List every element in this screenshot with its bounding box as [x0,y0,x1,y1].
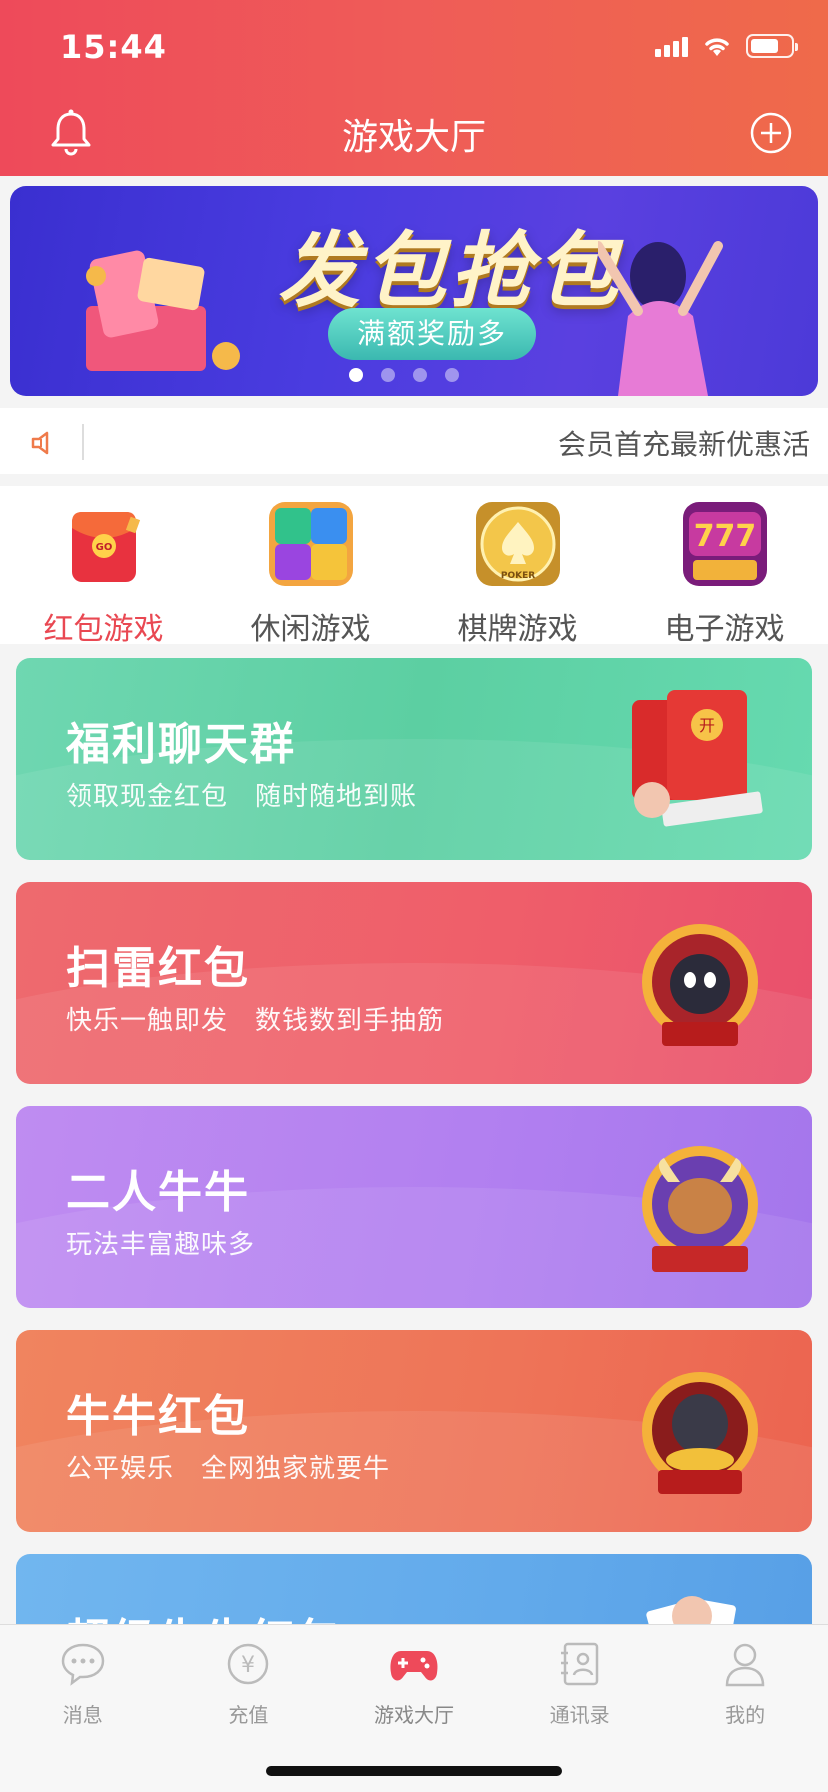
signal-icon [655,35,688,57]
category-label: 棋牌游戏 [457,612,578,647]
category-casual[interactable]: 休闲游戏 [207,486,414,647]
gamepad-icon [390,1651,438,1681]
divider [82,424,84,460]
svg-text:777: 777 [693,519,756,554]
page-title: 游戏大厅 [341,117,486,158]
svg-text:¥: ¥ [241,1653,255,1678]
game-title: 牛牛红包 [66,1391,250,1442]
category-label: 电子游戏 [664,612,785,647]
game-title: 福利聊天群 [66,719,296,770]
category-electronic[interactable]: 777 电子游戏 [621,486,828,647]
contacts-icon [560,1642,598,1686]
game-lobby-screen: 15:44 游戏大厅 发包抢包 满额奖励多 会员首充最新优惠活 GO 红包游戏 … [0,0,828,1792]
tab-messages[interactable]: 消息 [0,1625,166,1792]
pagination-dot[interactable] [413,368,427,382]
svg-text:开: 开 [699,716,715,735]
game-subtitle: 快乐一触即发 数钱数到手抽筋 [66,1006,445,1036]
game-card-niuniu-red-envelope[interactable]: 牛牛红包 公平娱乐 全网独家就要牛 [16,1330,812,1532]
promo-banner[interactable]: 发包抢包 满额奖励多 [10,186,818,396]
profile-icon [725,1643,765,1687]
category-label: 红包游戏 [43,612,164,647]
tab-label: 充值 [228,1703,269,1727]
game-card-minesweeper[interactable]: 扫雷红包 快乐一触即发 数钱数到手抽筋 [16,882,812,1084]
red-envelope-illustration: 开 [632,690,763,827]
notice-bar[interactable]: 会员首充最新优惠活 [0,408,828,474]
category-label: 休闲游戏 [250,612,371,647]
banner-pill: 满额奖励多 [328,308,536,360]
game-subtitle: 公平娱乐 全网独家就要牛 [66,1454,391,1484]
pagination-dot[interactable] [381,368,395,382]
game-card-two-player-niuniu[interactable]: 二人牛牛 玩法丰富趣味多 [16,1106,812,1308]
svg-text:GO: GO [95,542,112,553]
red-envelope-icon: GO [71,512,140,582]
tab-profile[interactable]: 我的 [662,1625,828,1792]
header: 15:44 游戏大厅 [0,0,828,176]
status-icons [655,34,798,58]
category-red-envelope[interactable]: GO 红包游戏 [0,486,207,647]
bomb-badge-illustration [642,924,758,1046]
game-subtitle: 玩法丰富趣味多 [66,1230,256,1260]
game-title: 二人牛牛 [66,1167,250,1218]
add-icon[interactable] [750,112,792,154]
slot-777-icon: 777 [682,502,767,586]
speaker-icon [31,431,49,455]
tab-label: 游戏大厅 [373,1703,454,1727]
game-subtitle: 领取现金红包 随时随地到账 [66,782,418,812]
tab-label: 我的 [725,1703,766,1727]
game-card-welfare-chat[interactable]: 福利聊天群 领取现金红包 随时随地到账 开 [16,658,812,860]
banner-pagination [10,368,818,382]
category-board[interactable]: POKER 棋牌游戏 [414,486,621,647]
wifi-icon [705,38,729,56]
notice-text: 会员首充最新优惠活 [557,428,810,461]
category-tabs: GO 红包游戏 休闲游戏 POKER 棋牌游戏 777 电子游戏 [0,486,828,647]
pagination-dot[interactable] [349,368,363,382]
gem-puzzle-icon [268,502,353,586]
status-time: 15:44 [60,28,167,66]
tab-label: 消息 [62,1703,103,1727]
tab-label: 通讯录 [549,1703,610,1727]
game-title: 扫雷红包 [66,943,250,994]
home-indicator[interactable] [266,1766,562,1776]
gift-box-icon [86,250,240,371]
battery-icon [746,34,798,58]
poker-chip-icon: POKER [475,502,560,586]
bull-badge-illustration [642,1146,758,1272]
chat-bubble-icon [61,1643,105,1686]
bull-warrior-badge-illustration [642,1372,758,1494]
svg-text:POKER: POKER [500,571,534,581]
pagination-dot[interactable] [445,368,459,382]
banner-title: 发包抢包 [278,224,622,319]
yuan-coin-icon: ¥ [228,1643,269,1685]
